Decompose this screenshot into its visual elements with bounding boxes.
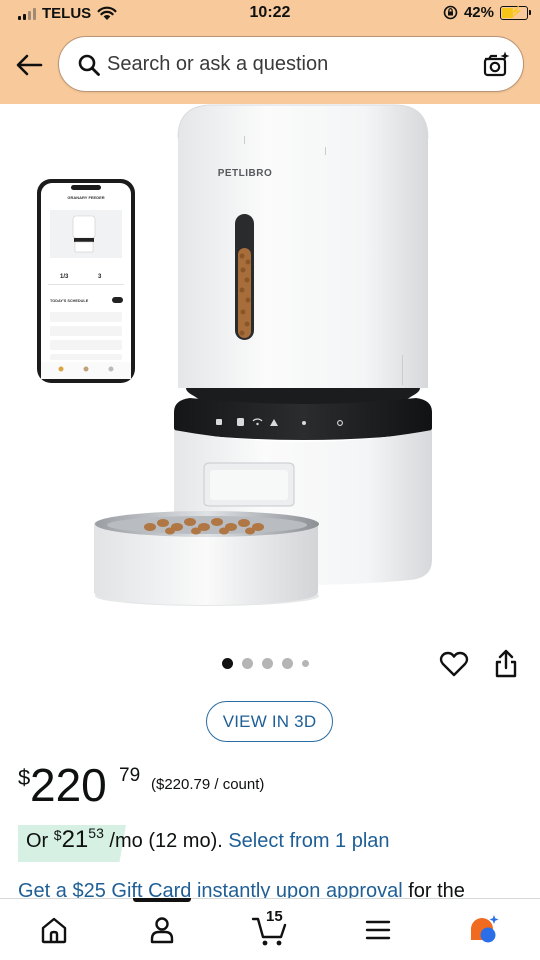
cart-count-badge: 15: [266, 908, 283, 925]
image-pagination[interactable]: [222, 658, 309, 669]
product-photo: GRANARY FEEDER 1/3 3 TODAY'S SCHEDULE PE…: [37, 104, 432, 606]
search-input[interactable]: [107, 37, 467, 91]
bottom-navigation: 15: [0, 898, 540, 960]
plan-price-whole: 21: [61, 826, 89, 853]
pagination-dot[interactable]: [262, 658, 273, 669]
pagination-dot[interactable]: [242, 658, 253, 669]
search-icon: [78, 54, 100, 76]
share-button[interactable]: [490, 648, 522, 680]
app-phone-mockup: GRANARY FEEDER 1/3 3 TODAY'S SCHEDULE: [37, 179, 135, 383]
menu-icon: [365, 920, 391, 940]
app-section-title: TODAY'S SCHEDULE: [50, 299, 89, 303]
app-title: GRANARY FEEDER: [67, 195, 104, 200]
select-plan-link[interactable]: Select from 1 plan: [228, 830, 389, 853]
back-button[interactable]: [12, 48, 46, 82]
pagination-dot[interactable]: [282, 658, 293, 669]
pagination-dot[interactable]: [222, 658, 233, 669]
plan-currency: $: [53, 827, 62, 843]
heart-icon: [439, 651, 469, 677]
plan-term: /mo (12 mo).: [109, 830, 223, 852]
account-icon: [150, 917, 174, 944]
price-currency: $: [18, 765, 31, 790]
unit-price: ($220.79 / count): [151, 776, 265, 793]
price-fraction: 79: [119, 765, 141, 786]
view-in-3d-button[interactable]: VIEW IN 3D: [206, 701, 333, 742]
monthly-plan-line: Or $2153 /mo (12 mo). Select from 1 plan: [26, 825, 390, 862]
wishlist-button[interactable]: [438, 648, 470, 680]
nav-menu[interactable]: [358, 911, 398, 949]
battery-percent: 42%: [463, 4, 494, 21]
product-image[interactable]: GRANARY FEEDER 1/3 3 TODAY'S SCHEDULE PE…: [0, 104, 540, 640]
price-whole: 220: [30, 759, 107, 811]
plan-prefix: Or: [26, 830, 49, 852]
home-icon: [41, 917, 67, 944]
app-stat-portions: 1/3: [60, 274, 69, 280]
rufus-assistant-icon: [471, 915, 499, 943]
nav-rufus[interactable]: [464, 911, 504, 949]
search-header: [0, 28, 540, 104]
brand-logo: PETLIBRO: [218, 168, 273, 179]
camera-search-icon[interactable]: [481, 50, 511, 80]
nav-home[interactable]: [34, 911, 74, 949]
search-bar[interactable]: [58, 36, 524, 92]
status-right: 42% ⚡: [443, 4, 531, 21]
plan-price-fraction: 53: [88, 825, 104, 841]
active-tab-indicator: [133, 898, 191, 902]
status-bar: TELUS 10:22 42% ⚡: [0, 0, 540, 28]
nav-account[interactable]: [142, 911, 182, 949]
pagination-dot[interactable]: [302, 660, 309, 667]
feeder-device: PETLIBRO: [94, 104, 432, 606]
battery-charging-icon: ⚡: [500, 5, 531, 20]
back-arrow-icon: [16, 54, 43, 76]
orientation-lock-icon: [443, 5, 458, 20]
share-icon: [495, 649, 517, 678]
